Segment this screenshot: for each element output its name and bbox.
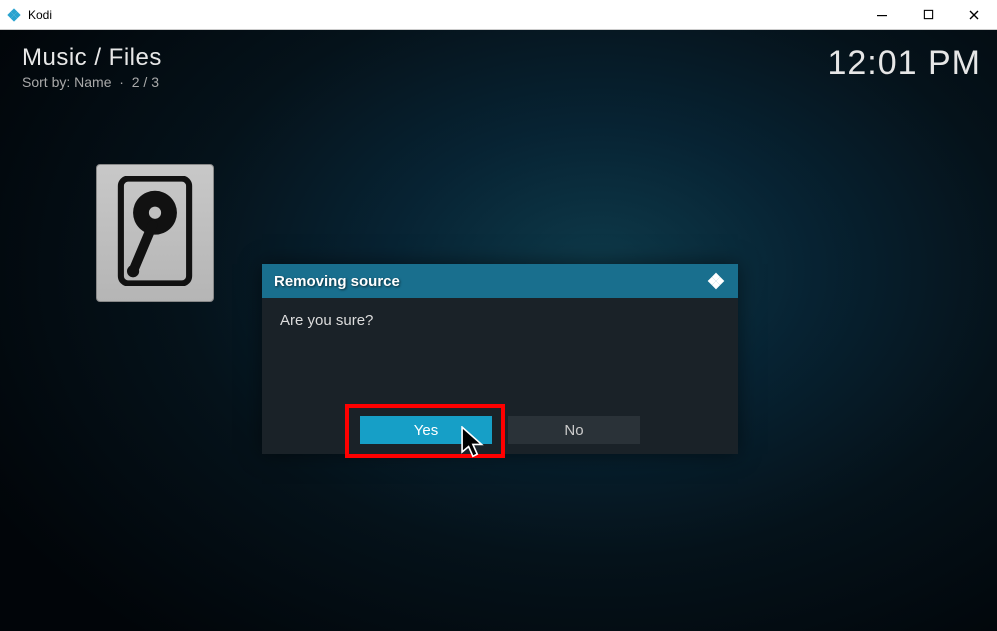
close-button[interactable]: [951, 0, 997, 29]
titlebar: Kodi: [0, 0, 997, 30]
yes-button[interactable]: Yes: [360, 416, 492, 444]
confirm-dialog: Removing source Are you sure? Yes No: [262, 264, 738, 454]
kodi-logo-icon: [706, 271, 726, 291]
sort-prefix: Sort by:: [22, 74, 70, 90]
drive-source-item[interactable]: [96, 164, 214, 302]
maximize-button[interactable]: [905, 0, 951, 29]
dialog-title-text: Removing source: [274, 273, 400, 290]
page-indicator: 2 / 3: [132, 74, 159, 90]
header: Music / Files Sort by: Name · 2 / 3: [22, 44, 162, 90]
sort-sep: ·: [119, 74, 124, 90]
window-controls: [859, 0, 997, 29]
kodi-logo-icon: [6, 7, 22, 23]
sort-value: Name: [74, 74, 111, 90]
sort-line: Sort by: Name · 2 / 3: [22, 74, 162, 90]
dialog-button-row: Yes No: [262, 416, 738, 444]
breadcrumb: Music / Files: [22, 44, 162, 72]
dialog-message: Are you sure?: [262, 298, 738, 343]
no-button[interactable]: No: [508, 416, 640, 444]
clock: 12:01 PM: [827, 44, 981, 83]
hard-drive-icon: [116, 176, 194, 291]
minimize-button[interactable]: [859, 0, 905, 29]
kodi-app: Music / Files Sort by: Name · 2 / 3 12:0…: [0, 30, 997, 631]
window-title: Kodi: [28, 8, 52, 22]
dialog-titlebar: Removing source: [262, 264, 738, 298]
